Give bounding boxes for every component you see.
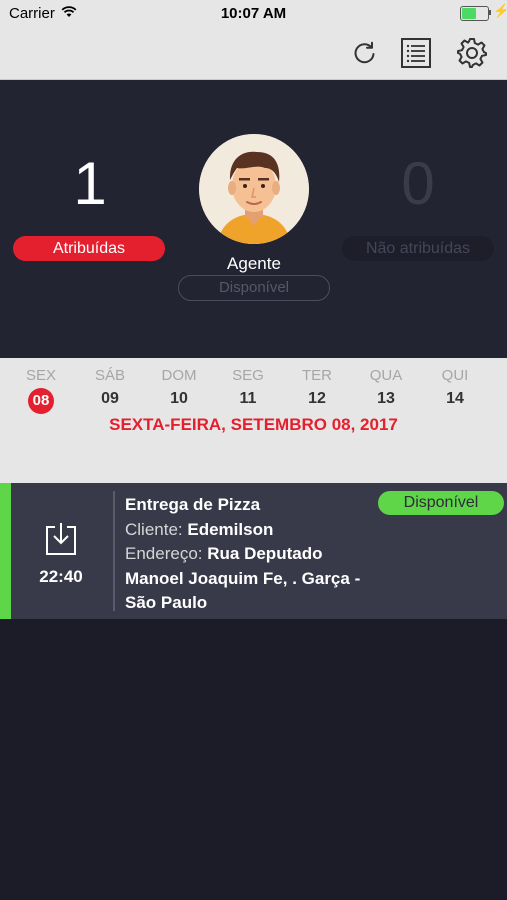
list-icon[interactable] xyxy=(399,36,433,70)
task-status-badge: Disponível xyxy=(378,491,504,515)
day-mon[interactable]: SEG 11 xyxy=(218,366,278,410)
task-address-row: Endereço: Rua Deputado Manoel Joaquim Fe… xyxy=(125,542,385,616)
day-tue[interactable]: TER 12 xyxy=(287,366,347,410)
battery-level xyxy=(462,8,476,19)
day-number: 09 xyxy=(101,390,119,407)
day-number-selected: 08 xyxy=(28,388,54,414)
day-sun[interactable]: DOM 10 xyxy=(149,366,209,410)
day-name: SEX xyxy=(25,367,56,384)
day-name: QUI xyxy=(441,367,469,384)
gear-icon[interactable] xyxy=(455,36,489,70)
unassigned-count: 0 xyxy=(401,150,435,217)
address-label: Endereço: xyxy=(125,544,203,563)
unassigned-button[interactable]: Não atribuídas xyxy=(342,236,494,261)
task-card[interactable]: 22:40 Entrega de Pizza Cliente: Edemilso… xyxy=(0,483,507,619)
avatar[interactable] xyxy=(199,134,309,244)
client-label: Cliente: xyxy=(125,519,183,539)
day-name: SÁB xyxy=(94,367,125,384)
battery-tip xyxy=(489,10,491,15)
charging-icon: ⚡ xyxy=(493,3,507,18)
selected-date-label: SEXTA-FEIRA, SETEMBRO 08, 2017 xyxy=(109,415,398,434)
day-number: 12 xyxy=(308,390,326,407)
toolbar xyxy=(0,28,507,80)
task-client-row: Cliente: Edemilson xyxy=(125,518,385,543)
day-name: TER xyxy=(302,367,332,384)
client-value: Edemilson xyxy=(187,519,274,539)
task-details: Entrega de Pizza Cliente: Edemilson Ende… xyxy=(125,493,385,616)
day-sat[interactable]: SÁB 09 xyxy=(80,366,140,410)
day-name: SEG xyxy=(232,367,264,384)
assigned-button[interactable]: Atribuídas xyxy=(13,236,165,261)
clock: 10:07 AM xyxy=(220,5,287,22)
status-bar: Carrier 10:07 AM ⚡ xyxy=(0,0,507,28)
day-number: 11 xyxy=(239,390,257,407)
day-number: 13 xyxy=(377,390,395,407)
day-name: QUA xyxy=(369,367,403,384)
download-icon xyxy=(44,521,78,557)
day-thu[interactable]: QUI 14 xyxy=(425,366,485,410)
task-time: 22:40 xyxy=(39,567,83,586)
agent-summary: 1 Atribuídas Agente Disponível 0 Não atr… xyxy=(0,80,507,358)
assigned-count: 1 xyxy=(73,150,107,217)
day-wed[interactable]: QUA 13 xyxy=(356,366,416,410)
refresh-icon[interactable] xyxy=(348,36,382,70)
battery-icon xyxy=(460,6,489,21)
day-number: 10 xyxy=(170,390,188,407)
task-title: Entrega de Pizza xyxy=(125,495,261,514)
task-status-accent xyxy=(0,483,11,619)
day-number: 14 xyxy=(446,390,464,407)
agent-status-badge[interactable]: Disponível xyxy=(178,275,330,301)
week-calendar: SEX 08 SÁB 09 DOM 10 SEG 11 TER 12 QUA 1… xyxy=(0,358,507,483)
agent-name: Agente xyxy=(227,254,281,273)
day-name: DOM xyxy=(161,367,197,384)
divider xyxy=(113,491,115,611)
day-fri[interactable]: SEX 08 xyxy=(11,366,71,414)
